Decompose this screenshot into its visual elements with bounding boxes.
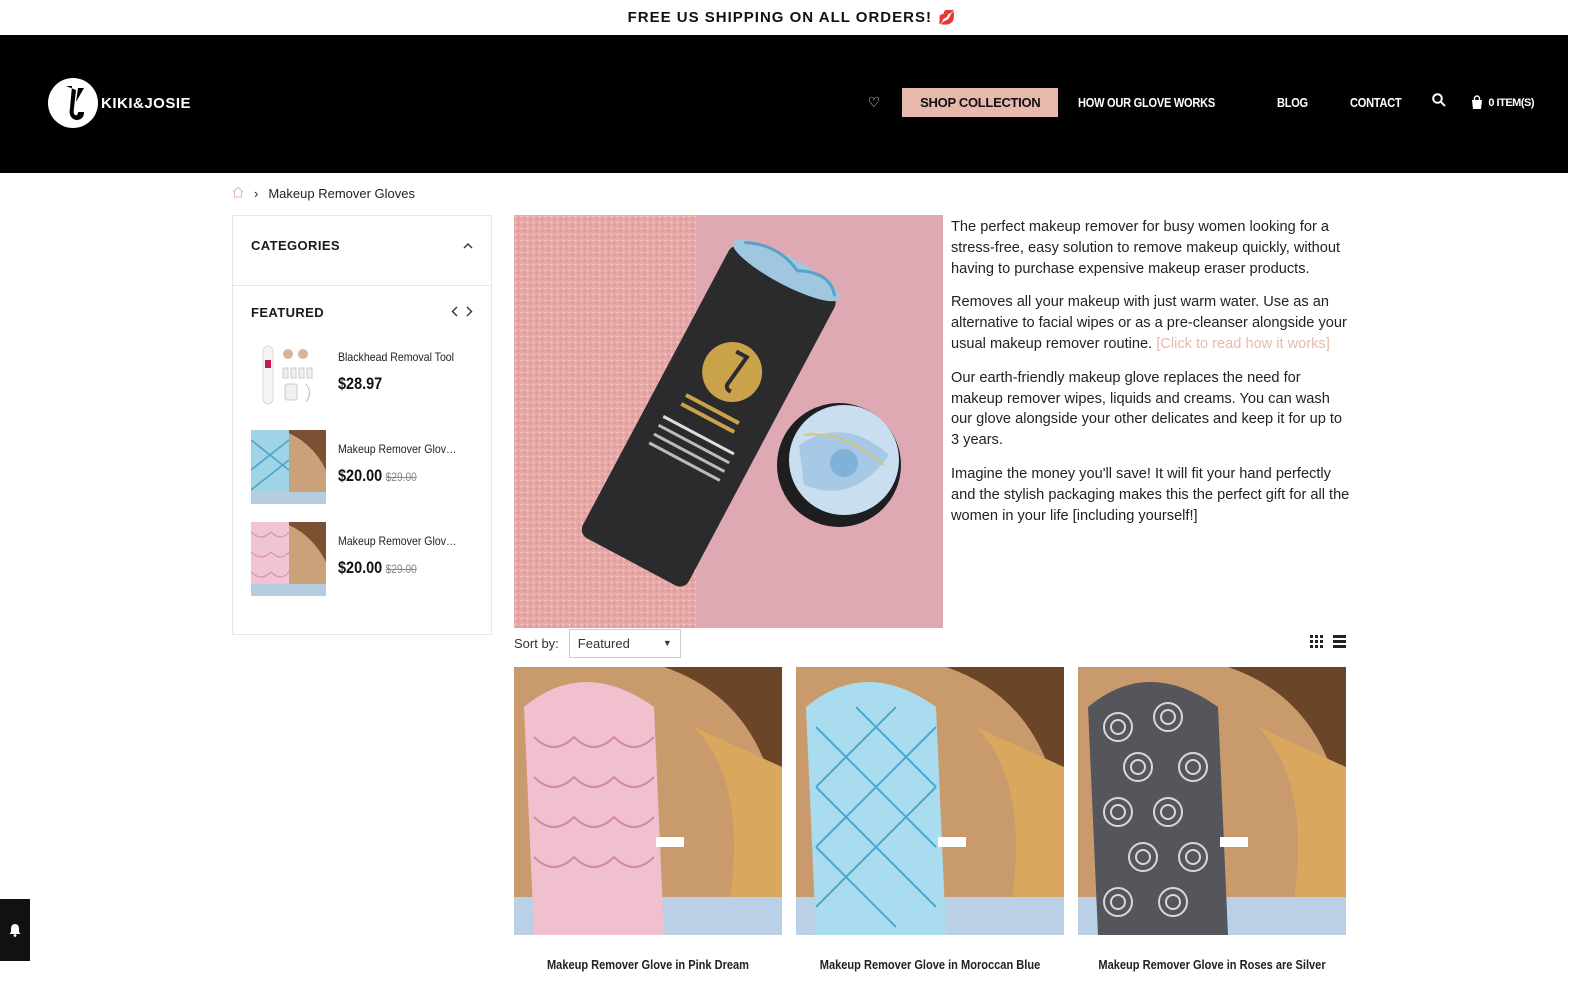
search-icon[interactable]	[1432, 93, 1447, 112]
logo-mark-icon	[48, 78, 98, 128]
caret-down-icon: ▼	[662, 638, 672, 648]
featured-item-name[interactable]: Makeup Remover Glove in Pink Dream	[338, 534, 457, 548]
chevron-up-icon[interactable]	[463, 238, 473, 263]
product-image-moroccan-blue[interactable]	[796, 667, 1064, 935]
sidebar: CATEGORIES FEATURED Blackhead Removal To…	[232, 215, 492, 635]
featured-item-price: $20.00 $29.00	[338, 466, 417, 485]
main-nav: ♡ SHOP COLLECTION HOW OUR GLOVE WORKS BL…	[868, 88, 1534, 117]
breadcrumb-current: Makeup Remover Gloves	[268, 186, 416, 201]
site-header: KIKI&JOSIE ♡ SHOP COLLECTION HOW OUR GLO…	[0, 35, 1568, 173]
cart-count: 0 ITEM(S)	[1488, 96, 1534, 109]
blue-glove-thumbnail[interactable]	[250, 430, 326, 504]
heart-icon[interactable]: ♡	[868, 94, 881, 111]
cart-button[interactable]: 0 ITEM(S)	[1470, 95, 1534, 110]
logo-text: KIKI&JOSIE	[101, 94, 192, 112]
product-name[interactable]: Makeup Remover Glove in Pink Dream	[534, 957, 762, 972]
chevron-left-icon[interactable]	[451, 304, 458, 320]
product-image-roses-are-silver[interactable]	[1078, 667, 1346, 935]
logo[interactable]: KIKI&JOSIE	[48, 78, 191, 128]
nav-shop-collection[interactable]: SHOP COLLECTION	[902, 88, 1059, 117]
featured-item[interactable]: Makeup Remover Glove in Pink Dream $20.0…	[250, 522, 473, 596]
description-paragraph: Imagine the money you'll save! It will f…	[951, 465, 1350, 524]
nav-contact[interactable]: CONTACT	[1350, 95, 1402, 110]
description-paragraph: Our earth-friendly makeup glove replaces…	[951, 369, 1343, 449]
read-how-it-works-link[interactable]: [Click to read how it works]	[1156, 336, 1330, 352]
nav-blog[interactable]: BLOG	[1277, 95, 1308, 110]
collection-description: The perfect makeup remover for busy wome…	[951, 217, 1351, 539]
product-name[interactable]: Makeup Remover Glove in Moroccan Blue	[816, 957, 1044, 972]
sort-toolbar: Sort by: Featured ▼	[514, 628, 1346, 658]
product-card[interactable]: Makeup Remover Glove in Roses are Silver	[1078, 667, 1346, 972]
product-image-pink-dream[interactable]	[514, 667, 782, 935]
featured-item-price: $20.00 $29.00	[338, 558, 417, 577]
sort-label: Sort by:	[514, 635, 559, 651]
announcement-bar: FREE US SHIPPING ON ALL ORDERS! 💋	[0, 0, 1584, 35]
nav-how-glove-works[interactable]: HOW OUR GLOVE WORKS	[1078, 95, 1215, 110]
home-icon[interactable]	[232, 186, 244, 201]
breadcrumb-separator: ›	[254, 186, 259, 201]
grid-view-icon[interactable]	[1310, 635, 1323, 651]
product-card[interactable]: Makeup Remover Glove in Pink Dream	[514, 667, 782, 972]
description-paragraph: Removes all your makeup with just warm w…	[951, 294, 1347, 352]
cart-icon	[1472, 95, 1483, 109]
featured-item[interactable]: Makeup Remover Glove in Moroccan Blue $2…	[250, 430, 473, 504]
product-grid: Makeup Remover Glove in Pink Dream Makeu…	[514, 667, 1346, 972]
featured-item[interactable]: Blackhead Removal Tool $28.97	[251, 338, 473, 412]
featured-title: FEATURED	[251, 304, 325, 320]
description-paragraph: The perfect makeup remover for busy wome…	[951, 219, 1341, 277]
sort-selected-value: Featured	[577, 635, 630, 651]
featured-section: FEATURED Blackhead Removal Tool $28.97 M…	[233, 286, 491, 635]
chevron-right-icon[interactable]	[466, 304, 473, 320]
breadcrumb: › Makeup Remover Gloves	[232, 186, 415, 201]
announcement-text: FREE US SHIPPING ON ALL ORDERS!	[627, 9, 932, 26]
sort-select[interactable]: Featured ▼	[568, 628, 681, 658]
bell-icon[interactable]	[0, 899, 30, 961]
lips-icon: 💋	[937, 9, 957, 25]
product-name[interactable]: Makeup Remover Glove in Roses are Silver	[1098, 957, 1326, 972]
featured-item-name[interactable]: Makeup Remover Glove in Moroccan Blue	[338, 442, 457, 456]
list-view-icon[interactable]	[1333, 635, 1346, 651]
product-card[interactable]: Makeup Remover Glove in Moroccan Blue	[796, 667, 1064, 972]
featured-item-name[interactable]: Blackhead Removal Tool	[338, 350, 457, 364]
pink-glove-thumbnail[interactable]	[250, 522, 326, 596]
categories-section[interactable]: CATEGORIES	[233, 216, 491, 286]
blackhead-tool-thumbnail[interactable]	[251, 338, 326, 412]
featured-item-price: $28.97	[338, 374, 383, 393]
collection-hero-image	[514, 215, 943, 628]
categories-title: CATEGORIES	[251, 238, 340, 253]
